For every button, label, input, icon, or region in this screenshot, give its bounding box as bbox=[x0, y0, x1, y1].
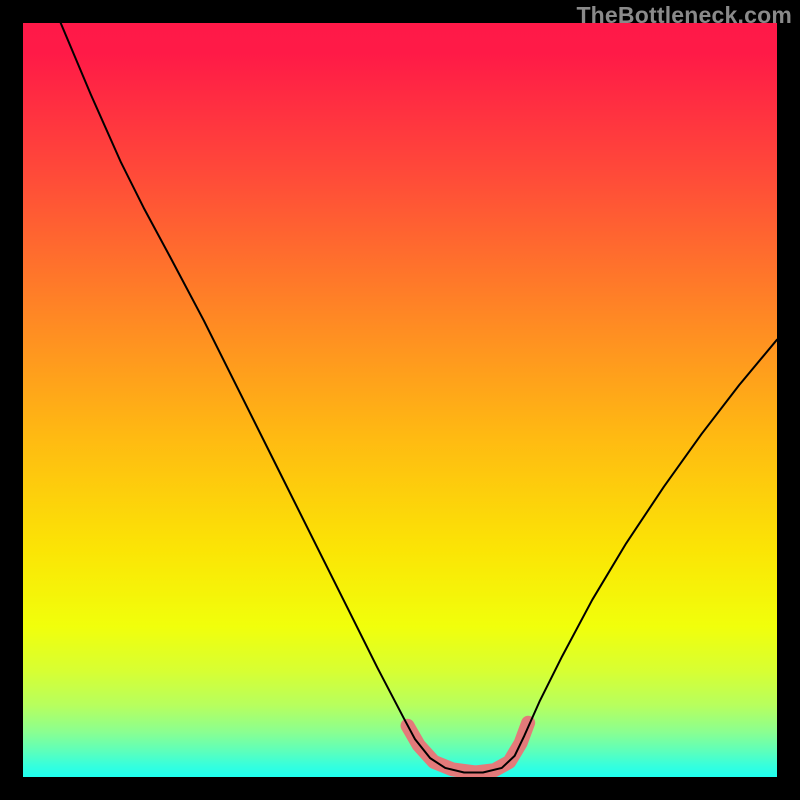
watermark-text: TheBottleneck.com bbox=[576, 2, 792, 29]
chart-frame bbox=[23, 23, 777, 777]
bottleneck-chart bbox=[23, 23, 777, 777]
chart-background bbox=[23, 23, 777, 777]
